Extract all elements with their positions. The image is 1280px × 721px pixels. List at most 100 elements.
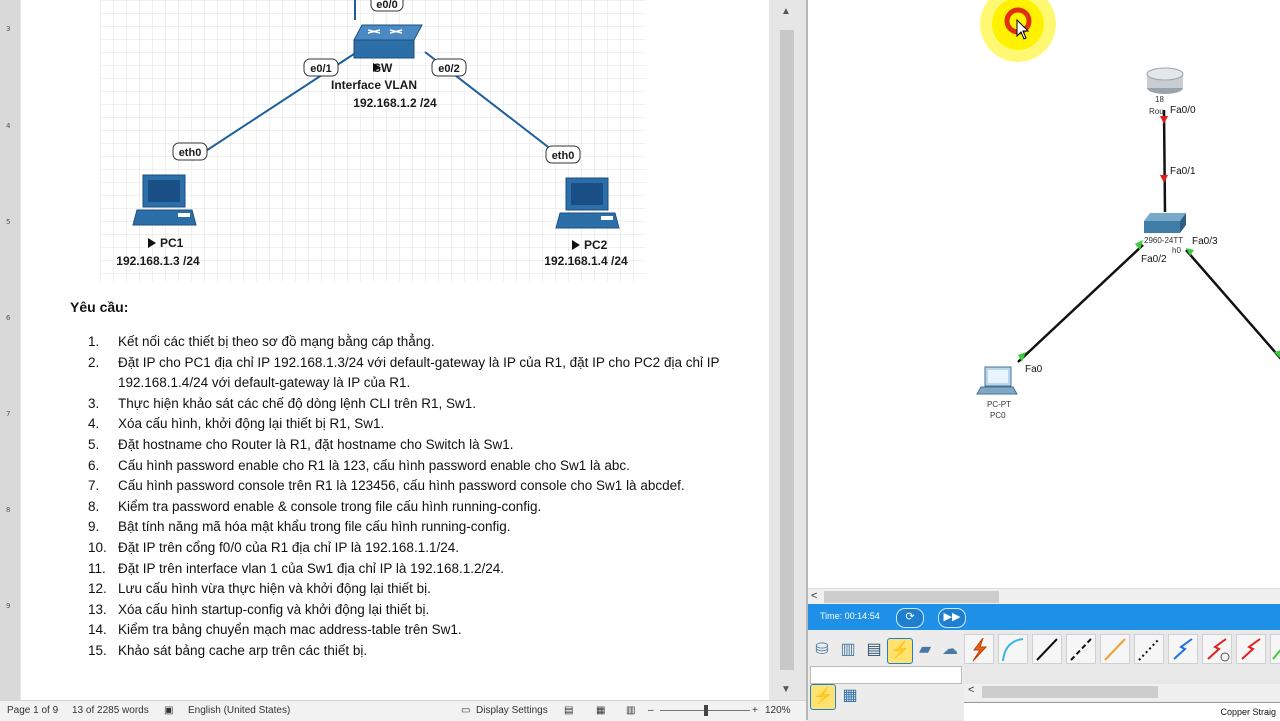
web-layout-icon[interactable]: ▥ xyxy=(626,705,635,716)
zoom-slider-handle[interactable] xyxy=(704,705,708,716)
switch-sub-label: h0 xyxy=(1172,246,1181,255)
print-layout-icon[interactable]: ▦ xyxy=(596,705,605,716)
vertical-ruler: 3 4 5 6 7 8 9 xyxy=(0,0,20,700)
scroll-left-icon[interactable]: < xyxy=(811,590,817,602)
requirement-text: Đặt IP cho PC1 địa chỉ IP 192.168.1.3/24… xyxy=(118,354,720,391)
requirement-text: Khảo sát bảng cache arp trên các thiết b… xyxy=(118,642,368,658)
pc2-name: PC2 xyxy=(584,238,608,252)
requirement-item: 10. Đặt IP trên cổng f0/0 của R1 địa chỉ … xyxy=(88,538,728,559)
device-search-field[interactable] xyxy=(810,666,962,684)
ruler-tick: 8 xyxy=(6,506,11,514)
requirement-number: 2. xyxy=(88,354,100,370)
realtime-bar: Time: 00:14:54 ⟳ ▶▶ xyxy=(808,604,1280,630)
serial-dte-cable-icon[interactable] xyxy=(1236,634,1266,664)
scroll-left-icon[interactable]: < xyxy=(968,684,974,696)
scroll-thumb[interactable] xyxy=(982,686,1158,698)
auto-cable-icon[interactable] xyxy=(964,634,994,664)
status-bar: Page 1 of 9 13 of 2285 words ▣ English (… xyxy=(0,700,806,721)
requirement-item: 7. Cấu hình password console trên R1 là 1… xyxy=(88,476,728,497)
requirement-text: Bật tính năng mã hóa mật khẩu trong file… xyxy=(118,519,511,535)
coaxial-cable-icon[interactable] xyxy=(1168,634,1198,664)
connections-subcategory-icon[interactable]: ⚡ xyxy=(810,684,836,710)
pc-type: PC-PT xyxy=(987,400,1011,409)
network-devices-icon[interactable]: ⛁ xyxy=(810,638,834,662)
requirement-item: 8. Kiểm tra password enable & console tro… xyxy=(88,497,728,518)
requirement-text: Đặt hostname cho Router là R1, đặt hostn… xyxy=(118,436,514,452)
read-mode-icon[interactable]: ▤ xyxy=(564,705,573,716)
pc-name: PC0 xyxy=(990,411,1006,420)
cable-name-text: Copper Straig xyxy=(1220,707,1276,717)
requirement-text: Xóa cấu hình, khởi động lại thiết bị R1,… xyxy=(118,416,385,432)
multiuser-cloud-icon[interactable]: ☁ xyxy=(938,638,962,662)
zoom-level[interactable]: 120% xyxy=(765,705,791,716)
zoom-in-icon[interactable]: + xyxy=(752,705,758,716)
requirement-text: Đặt IP trên cổng f0/0 của R1 địa chỉ IP … xyxy=(118,539,459,555)
scroll-down-icon[interactable]: ▼ xyxy=(781,684,791,695)
requirement-number: 13. xyxy=(88,601,107,617)
scroll-thumb[interactable] xyxy=(780,30,794,670)
requirement-item: 2. Đặt IP cho PC1 địa chỉ IP 192.168.1.3/… xyxy=(88,353,728,394)
ruler-tick: 5 xyxy=(6,218,11,226)
requirement-item: 3. Thực hiện khảo sát các chế độ dòng lện… xyxy=(88,394,728,415)
requirement-item: 1. Kết nối các thiết bị theo sơ đồ mạng b… xyxy=(88,332,728,353)
requirement-number: 15. xyxy=(88,642,107,658)
copper-cross-cable-icon[interactable] xyxy=(1066,634,1096,664)
switch-ip: 192.168.1.2 /24 xyxy=(353,96,437,110)
word-count[interactable]: 13 of 2285 words xyxy=(72,705,149,716)
pc-icon[interactable] xyxy=(976,366,1018,395)
requirement-text: Đặt IP trên interface vlan 1 của Sw1 địa… xyxy=(118,560,504,576)
router-icon[interactable] xyxy=(1146,67,1184,94)
requirement-item: 14. Kiểm tra bảng chuyển mạch mac address… xyxy=(88,620,728,641)
requirement-number: 1. xyxy=(88,334,100,349)
power-cycle-button[interactable]: ⟳ xyxy=(896,608,924,628)
grid-icon[interactable]: ▦ xyxy=(838,684,862,708)
cable-list-scrollbar[interactable]: < xyxy=(964,684,1280,700)
serial-dce-cable-icon[interactable] xyxy=(1202,634,1232,664)
requirement-number: 4. xyxy=(88,416,100,432)
connections-icon[interactable]: ⚡ xyxy=(887,638,913,664)
fast-forward-button[interactable]: ▶▶ xyxy=(938,608,966,628)
scroll-up-icon[interactable]: ▲ xyxy=(781,6,791,17)
scroll-thumb[interactable] xyxy=(824,591,999,603)
switch-port-fa01: Fa0/1 xyxy=(1170,166,1196,177)
packet-tracer-window: 18 Rou Fa0/0 Fa0/1 2960-24TT h0 Fa0/3 Fa… xyxy=(806,0,1280,721)
requirement-text: Xóa cấu hình startup-config và khởi động… xyxy=(118,601,430,617)
page-count[interactable]: Page 1 of 9 xyxy=(7,705,58,716)
copper-straight-cable-icon[interactable] xyxy=(1032,634,1062,664)
display-settings-icon[interactable]: ▭ xyxy=(461,705,470,716)
zoom-out-icon[interactable]: – xyxy=(648,705,654,716)
ruler-tick: 9 xyxy=(6,602,11,610)
switch-port-fa02: Fa0/2 xyxy=(1141,254,1167,265)
network-diagram: e0/0 e0/1 e0/2 eth0 eth0 SW Interface VL… xyxy=(100,0,645,282)
requirement-text: Cấu hình password console trên R1 là 123… xyxy=(118,478,685,494)
language[interactable]: English (United States) xyxy=(188,705,290,716)
phone-cable-icon[interactable] xyxy=(1134,634,1164,664)
word-vertical-scrollbar[interactable]: ▲ ▼ xyxy=(770,0,806,700)
link-router-switch xyxy=(1162,109,1167,213)
misc-icon[interactable]: ▰ xyxy=(913,638,937,662)
svg-text:eth0: eth0 xyxy=(179,147,202,159)
ruler-tick: 6 xyxy=(6,314,11,322)
canvas-horizontal-scrollbar[interactable]: < xyxy=(808,588,1280,605)
topology-canvas[interactable]: 18 Rou Fa0/0 Fa0/1 2960-24TT h0 Fa0/3 Fa… xyxy=(808,0,1280,588)
switch-icon[interactable] xyxy=(1144,213,1186,233)
octal-cable-icon[interactable] xyxy=(1270,634,1280,664)
requirements-list: 1. Kết nối các thiết bị theo sơ đồ mạng b… xyxy=(88,332,728,662)
fiber-cable-icon[interactable] xyxy=(1100,634,1130,664)
requirement-text: Thực hiện khảo sát các chế độ dòng lệnh … xyxy=(118,395,476,411)
pc-port-fa0: Fa0 xyxy=(1025,364,1043,375)
requirement-text: Kiểm tra bảng chuyển mạch mac address-ta… xyxy=(118,622,462,638)
requirement-number: 12. xyxy=(88,581,107,597)
end-devices-icon[interactable]: ▥ xyxy=(836,638,860,662)
console-cable-icon[interactable] xyxy=(998,634,1028,664)
requirement-text: Kiểm tra password enable & console trong… xyxy=(118,498,542,514)
svg-text:e0/0: e0/0 xyxy=(376,0,397,11)
word-window: 3 4 5 6 7 8 9 e0/0 e0/1 e0/2 eth0 eth0 S… xyxy=(0,0,806,721)
display-settings[interactable]: Display Settings xyxy=(476,705,548,716)
components-icon[interactable]: ▤ xyxy=(862,638,886,662)
requirement-text: Lưu cấu hình vừa thực hiện và khởi động … xyxy=(118,581,431,597)
ruler-tick: 3 xyxy=(6,25,11,33)
proofing-icon[interactable]: ▣ xyxy=(164,705,173,716)
svg-text:e0/1: e0/1 xyxy=(310,63,331,75)
pc1-name: PC1 xyxy=(160,236,184,250)
